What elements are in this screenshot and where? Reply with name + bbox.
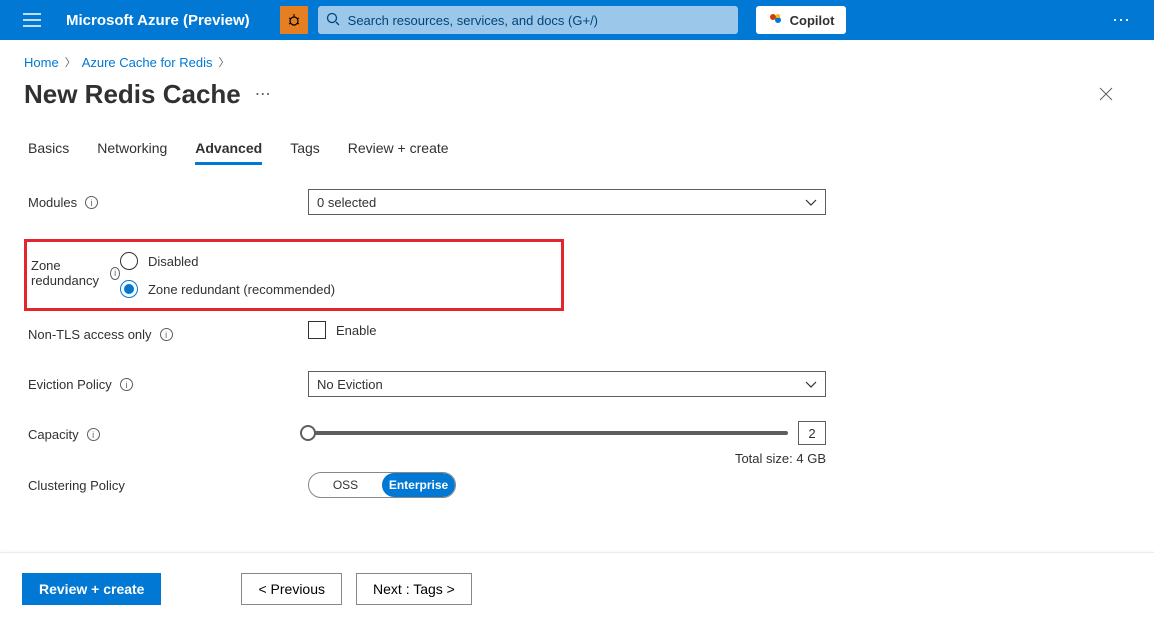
capacity-value-input[interactable]: 2 [798, 421, 826, 445]
search-input[interactable] [348, 13, 730, 28]
wizard-tabs: Basics Networking Advanced Tags Review +… [28, 134, 1130, 165]
radio-icon [120, 252, 138, 270]
page-header: Home 〉 Azure Cache for Redis 〉 New Redis… [0, 40, 1154, 110]
row-modules: Modules i 0 selected [28, 189, 1130, 233]
tab-networking[interactable]: Networking [97, 134, 167, 165]
row-capacity: Capacity i 2 Total size: 4 GB [28, 421, 1130, 466]
chevron-right-icon: 〉 [218, 54, 229, 70]
modules-value: 0 selected [317, 195, 376, 210]
breadcrumb: Home 〉 Azure Cache for Redis 〉 [24, 54, 1130, 70]
hamburger-menu-icon[interactable] [12, 0, 52, 40]
tab-advanced[interactable]: Advanced [195, 134, 262, 165]
tab-review[interactable]: Review + create [348, 134, 449, 165]
topbar-more-icon[interactable]: ⋯ [1102, 0, 1142, 40]
zone-redundancy-radio-group: Disabled Zone redundant (recommended) [120, 252, 638, 298]
eviction-label: Eviction Policy [28, 377, 112, 392]
global-search[interactable] [318, 6, 738, 34]
chevron-down-icon [805, 195, 817, 210]
tab-tags[interactable]: Tags [290, 134, 320, 165]
form-scroll-area[interactable]: Basics Networking Advanced Tags Review +… [0, 104, 1154, 552]
row-eviction: Eviction Policy i No Eviction [28, 371, 1130, 415]
non-tls-checkbox[interactable] [308, 321, 326, 339]
info-icon[interactable]: i [160, 328, 173, 341]
eviction-value: No Eviction [317, 377, 383, 392]
row-non-tls: Non-TLS access only i Enable [28, 321, 1130, 365]
radio-zone-redundant-label: Zone redundant (recommended) [148, 282, 335, 297]
tab-basics[interactable]: Basics [28, 134, 69, 165]
breadcrumb-service[interactable]: Azure Cache for Redis [82, 55, 213, 70]
clustering-oss[interactable]: OSS [309, 473, 382, 497]
azure-topbar: Microsoft Azure (Preview) Copilot ⋯ [0, 0, 1154, 40]
radio-disabled-label: Disabled [148, 254, 199, 269]
copilot-label: Copilot [790, 13, 835, 28]
breadcrumb-home[interactable]: Home [24, 55, 59, 70]
modules-dropdown[interactable]: 0 selected [308, 189, 826, 215]
info-icon[interactable]: i [110, 267, 120, 280]
title-more-icon[interactable]: ⋯ [255, 84, 273, 104]
zone-redundancy-highlight: Zone redundancy i Disabled Zone redundan… [24, 239, 564, 311]
modules-label: Modules [28, 195, 77, 210]
bug-icon[interactable] [280, 6, 308, 34]
next-button[interactable]: Next : Tags > [356, 573, 472, 605]
copilot-icon [768, 11, 784, 30]
info-icon[interactable]: i [85, 196, 98, 209]
zone-redundancy-label: Zone redundancy [31, 258, 102, 288]
copilot-button[interactable]: Copilot [756, 6, 847, 34]
review-create-button[interactable]: Review + create [22, 573, 161, 605]
previous-button[interactable]: < Previous [241, 573, 342, 605]
non-tls-checkbox-label: Enable [336, 323, 376, 338]
radio-icon [120, 280, 138, 298]
slider-thumb-icon[interactable] [300, 425, 316, 441]
info-icon[interactable]: i [87, 428, 100, 441]
capacity-slider[interactable] [308, 431, 788, 435]
chevron-down-icon [805, 377, 817, 392]
search-icon [326, 12, 340, 29]
radio-zone-redundant[interactable]: Zone redundant (recommended) [120, 280, 638, 298]
chevron-right-icon: 〉 [65, 54, 76, 70]
capacity-total-size: Total size: 4 GB [308, 451, 826, 466]
non-tls-label: Non-TLS access only [28, 327, 152, 342]
clustering-toggle: OSS Enterprise [308, 472, 456, 498]
brand-label[interactable]: Microsoft Azure (Preview) [62, 12, 270, 29]
eviction-dropdown[interactable]: No Eviction [308, 371, 826, 397]
row-clustering: Clustering Policy OSS Enterprise [28, 472, 1130, 516]
capacity-label: Capacity [28, 427, 79, 442]
wizard-footer: Review + create < Previous Next : Tags > [0, 552, 1154, 624]
clustering-enterprise[interactable]: Enterprise [382, 473, 455, 497]
radio-disabled[interactable]: Disabled [120, 252, 638, 270]
info-icon[interactable]: i [120, 378, 133, 391]
clustering-label: Clustering Policy [28, 478, 125, 493]
